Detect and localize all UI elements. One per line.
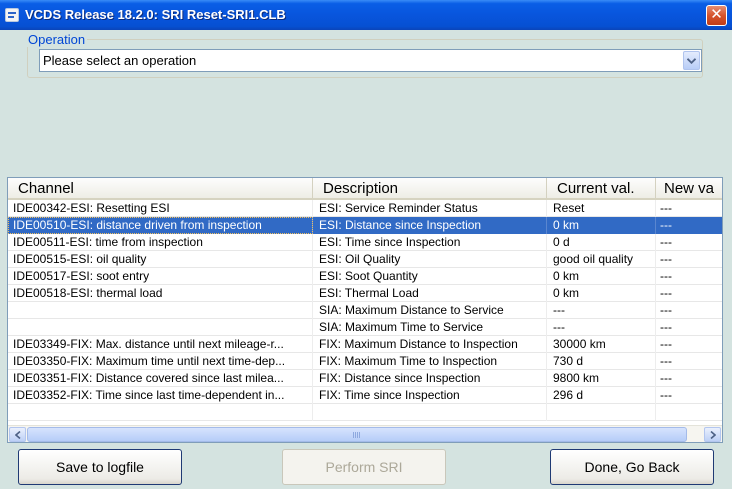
- cell-channel: [8, 319, 313, 336]
- cell-new-value: ---: [660, 337, 672, 351]
- cell-description: FIX: Distance since Inspection: [313, 370, 547, 387]
- cell-new-value: ---: [660, 201, 672, 215]
- table-row[interactable]: [8, 404, 722, 421]
- table-row[interactable]: IDE03351-FIX: Distance covered since las…: [8, 370, 722, 387]
- cell-description: SIA: Maximum Distance to Service: [313, 302, 547, 319]
- cell-channel: [8, 302, 313, 319]
- cell-description: ESI: Soot Quantity: [313, 268, 547, 285]
- table-row[interactable]: SIA: Maximum Time to Service --- ---: [8, 319, 722, 336]
- cell-current-value: [547, 404, 656, 421]
- cell-new-value: ---: [660, 320, 672, 334]
- table-row[interactable]: IDE03350-FIX: Maximum time until next ti…: [8, 353, 722, 370]
- cell-channel: [8, 404, 313, 421]
- cell-channel: IDE03350-FIX: Maximum time until next ti…: [8, 353, 313, 370]
- cell-current-value: 0 km: [547, 217, 656, 234]
- cell-new-value: ---: [660, 252, 672, 266]
- cell-description: ESI: Time since Inspection: [313, 234, 547, 251]
- table-row[interactable]: IDE00511-ESI: time from inspection ESI: T…: [8, 234, 722, 251]
- cell-new-value: ---: [660, 269, 672, 283]
- chevron-down-icon[interactable]: [683, 51, 700, 70]
- table-row[interactable]: IDE03352-FIX: Time since last time-depen…: [8, 387, 722, 404]
- app-icon: [5, 8, 19, 22]
- cell-current-value: 296 d: [547, 387, 656, 404]
- cell-channel: IDE00517-ESI: soot entry: [8, 268, 313, 285]
- grip-icon: [353, 432, 361, 438]
- done-go-back-button[interactable]: Done, Go Back: [550, 449, 714, 485]
- operation-legend: Operation: [28, 32, 86, 47]
- column-header-current-value[interactable]: Current val.: [547, 178, 656, 198]
- cell-new-value: ---: [660, 371, 672, 385]
- cell-new-value: ---: [660, 303, 672, 317]
- cell-current-value: 0 km: [547, 268, 656, 285]
- cell-channel: IDE03349-FIX: Max. distance until next m…: [8, 336, 313, 353]
- cell-channel: IDE03351-FIX: Distance covered since las…: [8, 370, 313, 387]
- cell-description: SIA: Maximum Time to Service: [313, 319, 547, 336]
- list-rows: IDE00342-ESI: Resetting ESI ESI: Service …: [8, 200, 722, 421]
- scroll-right-icon[interactable]: [704, 427, 721, 442]
- close-button[interactable]: ✕: [706, 5, 727, 26]
- column-header-channel[interactable]: Channel: [8, 178, 313, 198]
- cell-channel: IDE03352-FIX: Time since last time-depen…: [8, 387, 313, 404]
- cell-new-value: ---: [660, 354, 672, 368]
- save-to-logfile-button[interactable]: Save to logfile: [18, 449, 182, 485]
- column-header-new-value[interactable]: New va: [656, 178, 722, 198]
- cell-description: ESI: Oil Quality: [313, 251, 547, 268]
- table-row[interactable]: IDE00517-ESI: soot entry ESI: Soot Quanti…: [8, 268, 722, 285]
- horizontal-scrollbar[interactable]: [8, 425, 722, 442]
- cell-description: FIX: Time since Inspection: [313, 387, 547, 404]
- cell-current-value: 0 km: [547, 285, 656, 302]
- cell-new-value: ---: [660, 235, 672, 249]
- cell-current-value: Reset: [547, 200, 656, 217]
- table-row[interactable]: IDE03349-FIX: Max. distance until next m…: [8, 336, 722, 353]
- cell-current-value: ---: [547, 302, 656, 319]
- cell-description: FIX: Maximum Time to Inspection: [313, 353, 547, 370]
- cell-channel: IDE00510-ESI: distance driven from inspe…: [8, 217, 313, 234]
- cell-channel: IDE00518-ESI: thermal load: [8, 285, 313, 302]
- cell-description: ESI: Thermal Load: [313, 285, 547, 302]
- scrollbar-thumb[interactable]: [27, 427, 687, 442]
- column-header-description[interactable]: Description: [313, 178, 547, 198]
- table-row[interactable]: SIA: Maximum Distance to Service --- ---: [8, 302, 722, 319]
- window-title: VCDS Release 18.2.0: SRI Reset-SRI1.CLB: [25, 7, 286, 22]
- list-header: Channel Description Current val. New va: [8, 178, 722, 200]
- vcds-window: VCDS Release 18.2.0: SRI Reset-SRI1.CLB …: [0, 0, 732, 489]
- cell-description: ESI: Service Reminder Status: [313, 200, 547, 217]
- cell-channel: IDE00511-ESI: time from inspection: [8, 234, 313, 251]
- cell-description: ESI: Distance since Inspection: [313, 217, 547, 234]
- cell-current-value: ---: [547, 319, 656, 336]
- perform-sri-button[interactable]: Perform SRI: [282, 449, 446, 485]
- cell-new-value: ---: [660, 218, 672, 232]
- table-row[interactable]: IDE00518-ESI: thermal load ESI: Thermal L…: [8, 285, 722, 302]
- cell-description: FIX: Maximum Distance to Inspection: [313, 336, 547, 353]
- cell-current-value: 0 d: [547, 234, 656, 251]
- scroll-left-icon[interactable]: [9, 427, 26, 442]
- cell-channel: IDE00515-ESI: oil quality: [8, 251, 313, 268]
- cell-current-value: 30000 km: [547, 336, 656, 353]
- table-row[interactable]: IDE00342-ESI: Resetting ESI ESI: Service …: [8, 200, 722, 217]
- cell-new-value: [656, 404, 722, 421]
- cell-description: [313, 404, 547, 421]
- table-row[interactable]: IDE00510-ESI: distance driven from inspe…: [8, 217, 722, 234]
- cell-current-value: 730 d: [547, 353, 656, 370]
- cell-channel: IDE00342-ESI: Resetting ESI: [8, 200, 313, 217]
- channel-list[interactable]: Channel Description Current val. New va …: [7, 177, 723, 443]
- cell-new-value: ---: [660, 286, 672, 300]
- operation-select[interactable]: Please select an operation: [39, 49, 702, 72]
- operation-select-value: Please select an operation: [43, 53, 197, 68]
- title-bar[interactable]: VCDS Release 18.2.0: SRI Reset-SRI1.CLB …: [0, 0, 732, 30]
- cell-new-value: ---: [660, 388, 672, 402]
- table-row[interactable]: IDE00515-ESI: oil quality ESI: Oil Qualit…: [8, 251, 722, 268]
- cell-current-value: good oil quality: [547, 251, 656, 268]
- cell-current-value: 9800 km: [547, 370, 656, 387]
